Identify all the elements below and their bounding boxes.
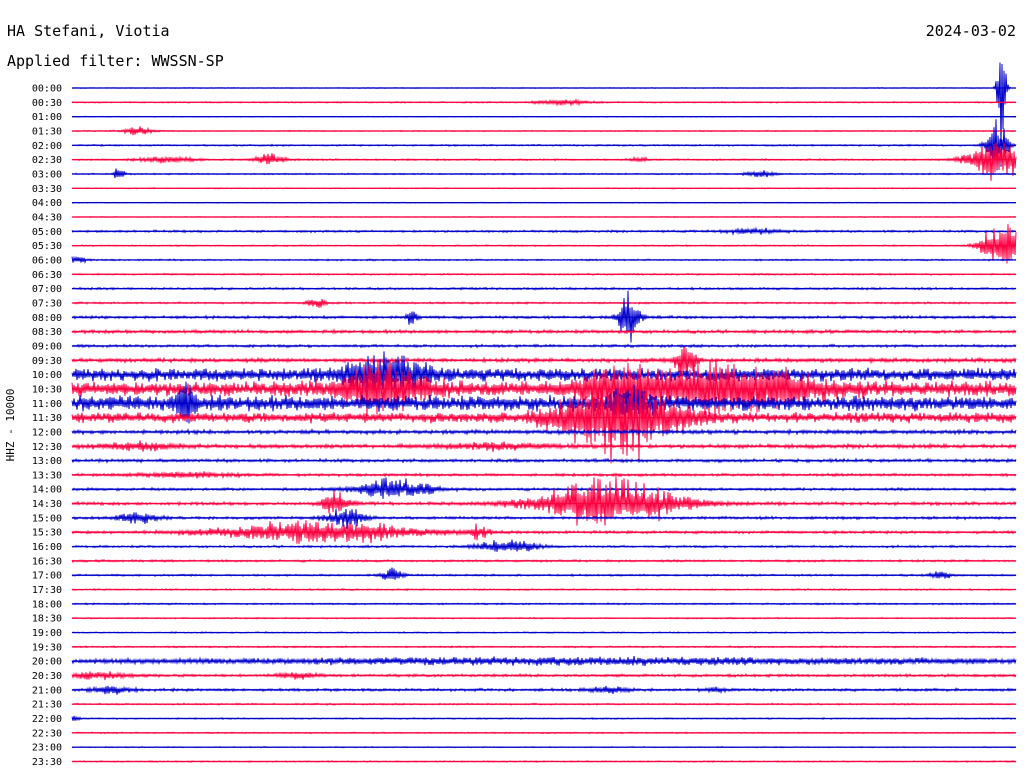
row-time-label: 15:30	[32, 528, 62, 539]
channel-label: HHZ - 10000	[4, 389, 17, 462]
filter-label: Applied filter: WWSSN-SP	[7, 52, 224, 70]
row-time-label: 18:30	[32, 614, 62, 625]
row-time-label: 17:00	[32, 571, 62, 582]
row-time-label: 14:00	[32, 485, 62, 496]
row-time-label: 08:00	[32, 313, 62, 324]
row-time-label: 02:30	[32, 155, 62, 166]
row-time-label: 03:30	[32, 184, 62, 195]
row-time-label: 01:30	[32, 126, 62, 137]
row-time-label: 10:00	[32, 370, 62, 381]
row-time-label: 17:30	[32, 585, 62, 596]
row-time-label: 14:30	[32, 499, 62, 510]
trace-row-1400	[71, 477, 1017, 499]
row-time-label: 19:30	[32, 642, 62, 653]
row-time-label: 23:30	[32, 757, 62, 768]
trace-row-0300	[71, 168, 1017, 179]
row-time-label: 21:00	[32, 685, 62, 696]
trace-row-1700	[71, 567, 1017, 580]
row-time-label: 12:30	[32, 442, 62, 453]
row-time-label: 01:00	[32, 112, 62, 123]
trace-row-0230	[71, 142, 1017, 181]
seismic-traces	[71, 62, 1017, 763]
row-time-labels: 00:00 00:30 01:00 01:30 02:00 02:30 03:00 03:30…	[32, 84, 62, 769]
row-time-label: 23:00	[32, 743, 62, 754]
row-time-label: 10:30	[32, 384, 62, 395]
row-time-label: 20:00	[32, 657, 62, 668]
row-time-label: 02:00	[32, 141, 62, 152]
trace-row-1500	[71, 508, 1017, 529]
row-time-label: 08:30	[32, 327, 62, 338]
row-time-label: 00:00	[32, 84, 62, 95]
row-time-label: 13:00	[32, 456, 62, 467]
trace-row-1600	[71, 539, 1017, 552]
row-time-label: 13:30	[32, 470, 62, 481]
trace-row-0530	[71, 224, 1017, 264]
row-time-label: 07:30	[32, 298, 62, 309]
trace-row-0000	[71, 62, 1017, 147]
trace-row-1030	[71, 358, 1017, 418]
row-time-label: 09:30	[32, 356, 62, 367]
row-time-label: 22:00	[32, 714, 62, 725]
row-time-label: 16:30	[32, 556, 62, 567]
seismogram-chart: HA Stefani, Viotia 2024-03-02 Applied fi…	[4, 22, 1017, 769]
row-time-label: 22:30	[32, 728, 62, 739]
row-time-label: 07:00	[32, 284, 62, 295]
row-time-label: 12:00	[32, 427, 62, 438]
station-title: HA Stefani, Viotia	[7, 22, 170, 40]
row-time-label: 21:30	[32, 700, 62, 711]
row-time-label: 20:30	[32, 671, 62, 682]
row-time-label: 16:00	[32, 542, 62, 553]
row-time-label: 19:00	[32, 628, 62, 639]
date-label: 2024-03-02	[926, 22, 1016, 40]
row-time-label: 06:30	[32, 270, 62, 281]
row-time-label: 04:30	[32, 212, 62, 223]
row-time-label: 18:00	[32, 599, 62, 610]
row-time-label: 06:00	[32, 255, 62, 266]
row-time-label: 11:30	[32, 413, 62, 424]
row-time-label: 05:30	[32, 241, 62, 252]
row-time-label: 03:00	[32, 169, 62, 180]
row-time-label: 11:00	[32, 399, 62, 410]
row-time-label: 05:00	[32, 227, 62, 238]
row-time-label: 04:00	[32, 198, 62, 209]
row-time-label: 00:30	[32, 98, 62, 109]
row-time-label: 09:00	[32, 341, 62, 352]
row-time-label: 15:00	[32, 513, 62, 524]
